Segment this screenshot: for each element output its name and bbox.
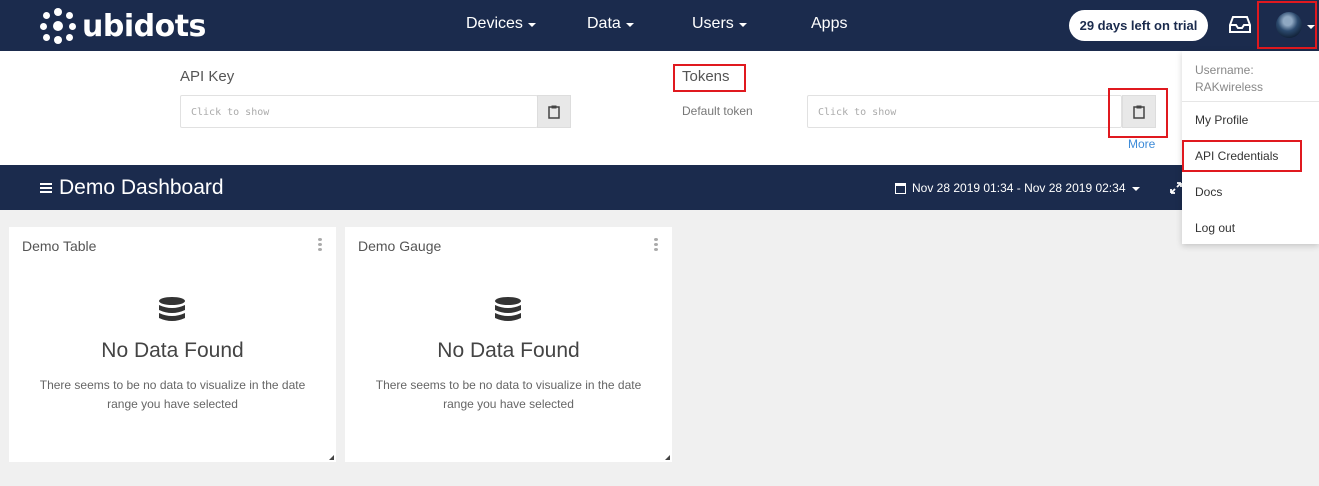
more-link[interactable]: More (1128, 137, 1155, 151)
dashboard-header: Demo Dashboard Nov 28 2019 01:34 - Nov 2… (0, 165, 1319, 210)
date-range-label: Nov 28 2019 01:34 - Nov 28 2019 02:34 (912, 181, 1126, 195)
default-token-field[interactable]: Click to show (807, 95, 1122, 128)
ubidots-dots-logo-icon (40, 8, 76, 44)
copy-token-highlight (1108, 88, 1168, 138)
resize-handle-icon[interactable] (665, 455, 670, 460)
menu-divider (1182, 101, 1319, 102)
copy-api-key-button[interactable] (537, 95, 571, 128)
menu-item-log-out[interactable]: Log out (1195, 221, 1235, 235)
nav-data[interactable]: Data (587, 15, 634, 33)
nav-devices-label: Devices (466, 15, 523, 32)
nav-users-label: Users (692, 15, 734, 32)
menu-item-my-profile[interactable]: My Profile (1195, 113, 1248, 127)
brand-name: ubidots (82, 8, 206, 44)
database-icon (159, 297, 185, 321)
avatar (1276, 12, 1302, 38)
user-dropdown-menu: Username: RAKwireless My Profile API Cre… (1182, 51, 1319, 244)
chevron-down-icon (527, 23, 536, 27)
menu-item-docs[interactable]: Docs (1195, 185, 1222, 199)
nav-devices[interactable]: Devices (466, 15, 536, 33)
top-navbar: ubidots Devices Data Users Apps 29 days … (0, 0, 1319, 51)
no-data-description: There seems to be no data to visualize i… (375, 378, 642, 411)
fullscreen-icon[interactable] (1170, 182, 1182, 194)
date-range-picker[interactable]: Nov 28 2019 01:34 - Nov 28 2019 02:34 (895, 181, 1140, 195)
widget-demo-table: Demo Table No Data Found There seems to … (9, 227, 336, 462)
username-value: RAKwireless (1195, 80, 1264, 94)
nav-apps[interactable]: Apps (811, 15, 847, 33)
nav-users[interactable]: Users (692, 15, 747, 33)
api-key-field[interactable]: Click to show (180, 95, 538, 128)
user-avatar-button[interactable] (1257, 1, 1317, 49)
no-data-title: No Data Found (101, 339, 244, 362)
calendar-icon (895, 182, 906, 194)
username-label: Username: (1195, 63, 1254, 77)
tokens-label: Tokens (682, 68, 730, 85)
widget-title: Demo Gauge (358, 238, 442, 254)
chevron-down-icon (1307, 25, 1315, 29)
default-token-label: Default token (682, 104, 753, 118)
trial-badge[interactable]: 29 days left on trial (1069, 10, 1208, 41)
api-credentials-highlight (1182, 140, 1302, 172)
credentials-panel: API Key Click to show Tokens Default tok… (0, 51, 1319, 165)
kebab-menu-icon[interactable] (654, 238, 658, 251)
clipboard-icon (548, 105, 560, 119)
nav-data-label: Data (587, 15, 621, 32)
no-data-description: There seems to be no data to visualize i… (39, 378, 306, 411)
database-icon (495, 297, 521, 321)
nav-apps-label: Apps (811, 15, 848, 32)
dashboard-title: Demo Dashboard (59, 176, 224, 199)
chevron-down-icon (1131, 187, 1140, 191)
hamburger-menu-icon[interactable] (40, 183, 52, 193)
kebab-menu-icon[interactable] (318, 238, 322, 251)
chevron-down-icon (738, 23, 747, 27)
inbox-icon[interactable] (1229, 16, 1251, 34)
widget-demo-gauge: Demo Gauge No Data Found There seems to … (345, 227, 672, 462)
api-key-label: API Key (180, 68, 235, 85)
username-block: Username: RAKwireless (1195, 62, 1263, 96)
widget-title: Demo Table (22, 238, 97, 254)
no-data-title: No Data Found (437, 339, 580, 362)
chevron-down-icon (625, 23, 634, 27)
resize-handle-icon[interactable] (329, 455, 334, 460)
ubidots-logo[interactable]: ubidots (40, 8, 206, 44)
